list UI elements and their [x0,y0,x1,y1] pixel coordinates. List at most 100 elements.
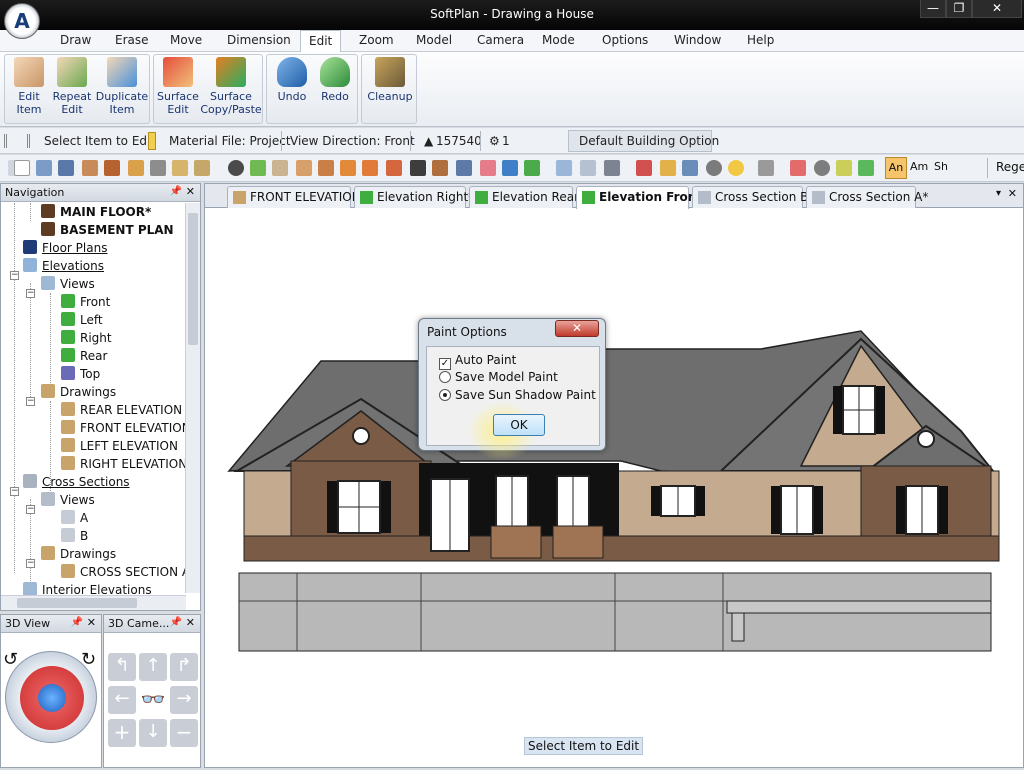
window-icon[interactable] [556,160,572,176]
tree-item-cs-b[interactable]: B [61,527,88,545]
pin-icon[interactable]: 📌 [170,186,182,197]
tab-elevation-rear[interactable]: Elevation Rear* [469,186,585,208]
tab-list-dropdown-icon[interactable]: ▾ [996,188,1001,199]
move-icon[interactable] [410,160,426,176]
arrow-left-icon[interactable]: ← [108,686,136,714]
tree-item-left-elevation[interactable]: LEFT ELEVATION [61,437,178,455]
close-tab-icon[interactable]: ✕ [1008,187,1017,200]
sphere-icon[interactable] [706,160,722,176]
tree-item-main-floor[interactable]: MAIN FLOOR* [41,203,151,221]
arrow-down-icon[interactable]: ↓ [139,719,167,747]
redo-button[interactable]: Redo [315,57,355,103]
tree-item-cs-a[interactable]: A [61,509,88,527]
tree-item-right-elevation[interactable]: RIGHT ELEVATION [61,455,185,473]
regenerate-button[interactable]: Rege [996,160,1024,174]
furniture-icon[interactable] [104,160,120,176]
tab-elevation-right[interactable]: Elevation Right* [354,186,474,208]
rotate-right-icon[interactable]: ↻ [81,649,96,670]
sh-toggle[interactable]: Sh [934,160,948,173]
material-icon[interactable] [194,160,210,176]
dimension-icon[interactable] [682,160,698,176]
copy-surface-icon[interactable] [362,160,378,176]
repeat-edit-button[interactable]: Repeat Edit [51,57,93,116]
tree-item-interior-elevations[interactable]: Interior Elevations [23,581,152,595]
close-window-button[interactable]: ✕ [972,0,1022,18]
save-icon[interactable] [58,160,74,176]
new-document-icon[interactable] [14,160,30,176]
tree-item-elevations[interactable]: Elevations [23,257,104,275]
softplan-logo-icon[interactable]: A [4,3,40,39]
menu-erase[interactable]: Erase [115,33,149,47]
printer-icon[interactable] [150,160,166,176]
tree-item-drawings[interactable]: Drawings [41,383,116,401]
menu-move[interactable]: Move [170,33,202,47]
tab-front-elevation[interactable]: FRONT ELEVATION [227,186,361,208]
tree-item-rear[interactable]: Rear [61,347,107,365]
arrow-right-icon[interactable]: → [170,686,198,714]
pin-icon[interactable]: 📌 [170,617,182,628]
pin-icon[interactable]: 📌 [71,617,83,628]
layer-number[interactable]: 1 [502,134,510,148]
undo-button[interactable]: Undo [271,57,313,103]
sun-icon[interactable] [728,160,744,176]
surface-copy-paste-button[interactable]: Surface Copy/Paste [200,57,262,116]
close-icon[interactable]: ✕ [186,185,195,198]
surface-edit-button[interactable]: Surface Edit [156,57,200,116]
layers-icon[interactable] [172,160,188,176]
rotate-left-icon[interactable]: ↺ [3,649,18,670]
eraser-icon[interactable] [480,160,496,176]
tree-item-cs-views[interactable]: Views [41,491,95,509]
view-direction[interactable]: View Direction: Front [290,134,415,148]
tree-item-rear-elevation[interactable]: REAR ELEVATION [61,401,182,419]
render-icon[interactable] [636,160,652,176]
align-icon[interactable] [456,160,472,176]
target-icon[interactable] [790,160,806,176]
duplicate-icon[interactable] [318,160,334,176]
auto-paint-checkbox[interactable]: ✓ Auto Paint [439,353,516,370]
radio-button[interactable] [439,371,451,383]
crosshair-icon[interactable] [814,160,830,176]
navigation-horizontal-scrollbar[interactable] [1,595,186,610]
close-icon[interactable]: ✕ [186,616,195,629]
tree-item-floor-plans[interactable]: Floor Plans [23,239,107,257]
cleanup-button[interactable]: Cleanup [365,57,415,103]
dialog-close-button[interactable]: ✕ [555,320,599,337]
minimize-button[interactable]: — [920,0,946,18]
tree-item-views[interactable]: Views [41,275,95,293]
duplicate-item-button[interactable]: Duplicate Item [95,57,149,116]
open-icon[interactable] [36,160,52,176]
menu-options[interactable]: Options [602,33,648,47]
stairs-icon[interactable] [128,160,144,176]
maximize-button[interactable]: ❐ [946,0,972,18]
checkmark-icon[interactable]: ✓ [439,358,451,370]
brush-icon[interactable] [272,160,288,176]
orbit-center-icon[interactable] [38,684,66,712]
tab-cross-section-a[interactable]: Cross Section A* [806,186,928,208]
menu-window[interactable]: Window [674,33,721,47]
arrow-up-icon[interactable]: ↑ [139,653,167,681]
am-toggle[interactable]: Am [910,160,928,173]
navigation-vertical-scrollbar[interactable] [185,203,200,593]
wall-icon[interactable] [82,160,98,176]
collapse-icon[interactable]: − [10,487,19,496]
surface-paste-icon[interactable] [386,160,402,176]
camera-icon[interactable] [228,160,244,176]
tree-item-top[interactable]: Top [61,365,100,383]
ok-button[interactable]: OK [493,414,545,436]
hand-icon[interactable] [296,160,312,176]
menu-camera[interactable]: Camera [477,33,524,47]
menu-mode[interactable]: Mode [542,33,575,47]
radio-button-selected[interactable] [439,389,451,401]
scroll-thumb[interactable] [188,213,198,345]
close-icon[interactable]: ✕ [87,616,96,629]
save-sun-shadow-paint-radio[interactable]: Save Sun Shadow Paint [439,388,596,402]
pan-icon[interactable] [604,160,620,176]
turn-right-icon[interactable]: ↱ [170,653,198,681]
door-icon[interactable] [758,160,774,176]
tab-elevation-front[interactable]: Elevation Front* [576,186,708,209]
an-toggle[interactable]: An [885,157,907,179]
scroll-thumb[interactable] [17,598,137,608]
tree-item-front[interactable]: Front [61,293,110,311]
tree-item-left[interactable]: Left [61,311,103,329]
tree-item-basement-plan[interactable]: BASEMENT PLAN [41,221,174,239]
